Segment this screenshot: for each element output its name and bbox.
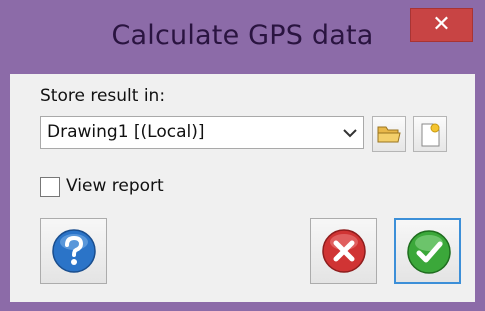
dialog-window: Calculate GPS data ✕ Store result in: Dr… [0, 0, 485, 311]
checkmark-icon [407, 230, 451, 274]
title-bar[interactable]: Calculate GPS data ✕ [0, 0, 485, 74]
view-report-checkbox[interactable] [40, 177, 60, 197]
ok-button[interactable] [394, 218, 461, 284]
new-document-icon [421, 123, 440, 147]
browse-button[interactable] [372, 116, 406, 152]
cancel-icon [322, 229, 366, 273]
cancel-button[interactable] [310, 218, 377, 284]
view-report-label[interactable]: View report [66, 176, 164, 196]
help-button[interactable] [40, 218, 107, 284]
help-icon [52, 229, 96, 273]
store-result-dropdown[interactable]: Drawing1 [(Local)] [40, 116, 364, 149]
store-result-label: Store result in: [40, 86, 166, 106]
close-icon: ✕ [432, 12, 451, 37]
dialog-body: Store result in: Drawing1 [(Local)] View… [10, 74, 475, 302]
folder-icon [377, 126, 401, 143]
close-button[interactable]: ✕ [410, 8, 473, 42]
chevron-down-icon[interactable] [341, 124, 359, 142]
new-document-button[interactable] [413, 116, 447, 152]
store-result-value: Drawing1 [(Local)] [47, 122, 205, 142]
